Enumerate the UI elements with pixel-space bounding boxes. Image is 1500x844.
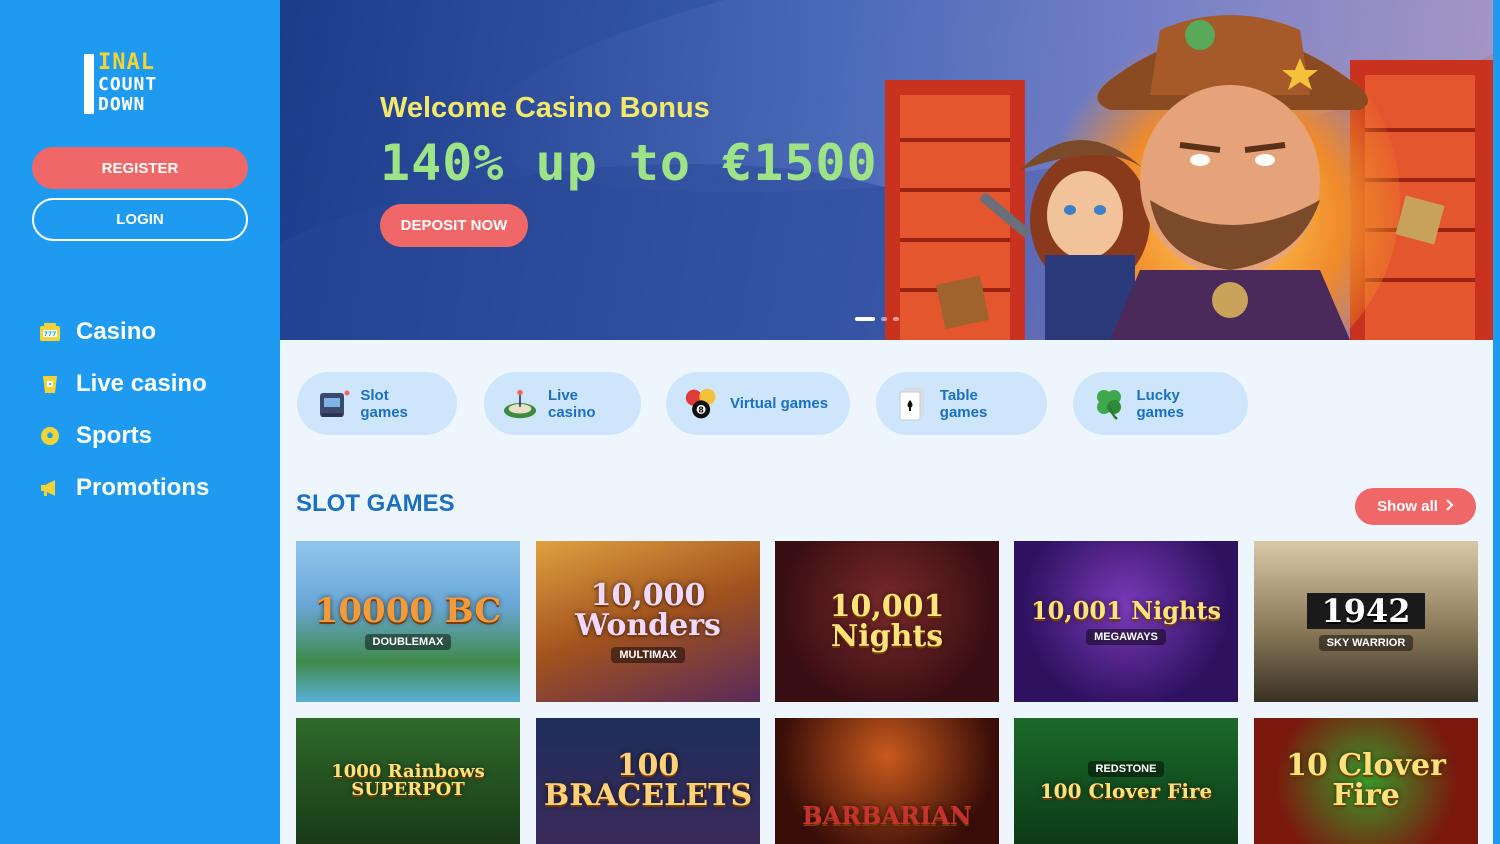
nav-item-casino[interactable]: 777 Casino [38,306,209,358]
soccer-ball-icon [38,424,62,448]
nav-label: Live casino [76,370,207,397]
billiard-balls-icon: 8 [684,386,720,422]
game-tile[interactable]: 1000 Rainbows SUPERPOT [296,718,520,844]
nav-item-live-casino[interactable]: Live casino [38,358,209,410]
logo-line-2: COUNT [98,74,158,95]
slot-machine-icon [315,386,350,422]
carousel-dot[interactable] [855,317,875,321]
category-label: Lucky games [1136,386,1184,421]
playing-card-icon [894,386,930,422]
nav-label: Promotions [76,474,210,501]
final-countdown-logo[interactable]: INAL COUNT DOWN [84,52,198,116]
game-tile[interactable]: 1942 SKY WARRIOR [1254,541,1478,702]
deposit-now-button[interactable]: DEPOSIT NOW [380,204,528,247]
game-title: 1000 Rainbows SUPERPOT [331,761,485,800]
game-tile[interactable]: REDSTONE 100 Clover Fire [1014,718,1238,844]
megaphone-icon [38,476,62,500]
hero-subtitle: Welcome Casino Bonus [380,92,710,124]
login-button[interactable]: LOGIN [32,198,248,241]
show-all-button[interactable]: Show all [1355,488,1476,525]
right-edge-strip [1493,0,1500,844]
game-tile[interactable]: 10,001 Nights [775,541,999,702]
category-label: Slot games [360,386,408,421]
hero-title: 140% up to €1500 [380,134,878,192]
nav-item-promotions[interactable]: Promotions [38,462,209,514]
carousel-dot[interactable] [881,317,887,321]
game-tile[interactable]: 10,001 Nights MEGAWAYS [1014,541,1238,702]
carousel-indicators [855,317,899,321]
game-title: 10000 BC [314,590,502,631]
game-tile[interactable]: 100 BRACELETS [536,718,760,844]
game-title: 100 BRACELETS [543,748,753,813]
sidebar: INAL COUNT DOWN REGISTER LOGIN 777 Casin… [0,0,280,844]
dice-cup-icon [38,372,62,396]
section-title-slot-games: SLOT GAMES [296,490,455,517]
game-tile[interactable]: 10 Clover Fire [1254,718,1478,844]
clover-icon [1091,386,1126,422]
roulette-icon [502,386,538,422]
category-virtual-games[interactable]: 8 Virtual games [666,372,850,435]
cowboy-artwork-image [885,10,1493,340]
logo-line-3: DOWN [98,94,146,115]
svg-text:8: 8 [698,404,704,414]
game-subtitle: MEGAWAYS [1086,628,1166,645]
slot-machine-icon: 777 [38,320,62,344]
category-label: Virtual games [730,395,829,412]
svg-text:777: 777 [44,331,57,338]
game-subtitle: REDSTONE [1087,761,1165,777]
category-label: Table games [939,386,988,421]
game-title: 10,001 Nights [829,588,945,654]
game-tile[interactable]: BARBARIAN [775,718,999,844]
category-slot-games[interactable]: Slot games [297,372,457,435]
game-subtitle: DOUBLEMAX [364,633,452,650]
category-table-games[interactable]: Table games [876,372,1047,435]
nav-label: Casino [76,318,157,345]
category-label: Live casino [548,386,596,421]
logo-bar [84,54,94,114]
game-title: 10 Clover Fire [1286,748,1446,813]
nav-label: Sports [76,422,153,449]
logo-line-1: INAL [98,50,155,75]
register-button[interactable]: REGISTER [32,147,248,189]
main-nav: 777 Casino Live casino Sports Promotions [38,306,209,514]
carousel-dot[interactable] [893,317,899,321]
category-lucky-games[interactable]: Lucky games [1073,372,1248,435]
game-title: BARBARIAN [802,801,972,830]
hero-banner[interactable]: Welcome Casino Bonus 140% up to €1500 DE… [280,0,1493,340]
game-title: 10,000 Wonders [575,577,721,643]
category-live-casino[interactable]: Live casino [484,372,641,435]
game-title: 1942 [1307,592,1425,629]
game-tile[interactable]: 10,000 Wonders MULTIMAX [536,541,760,702]
game-title: 100 Clover Fire [1039,779,1213,803]
show-all-label: Show all [1377,498,1438,515]
chevron-right-icon [1446,498,1454,515]
game-title: 10,001 Nights [1030,595,1222,625]
nav-item-sports[interactable]: Sports [38,410,209,462]
game-tile[interactable]: 10000 BC DOUBLEMAX [296,541,520,702]
game-subtitle: SKY WARRIOR [1318,634,1414,651]
game-subtitle: MULTIMAX [611,646,685,663]
